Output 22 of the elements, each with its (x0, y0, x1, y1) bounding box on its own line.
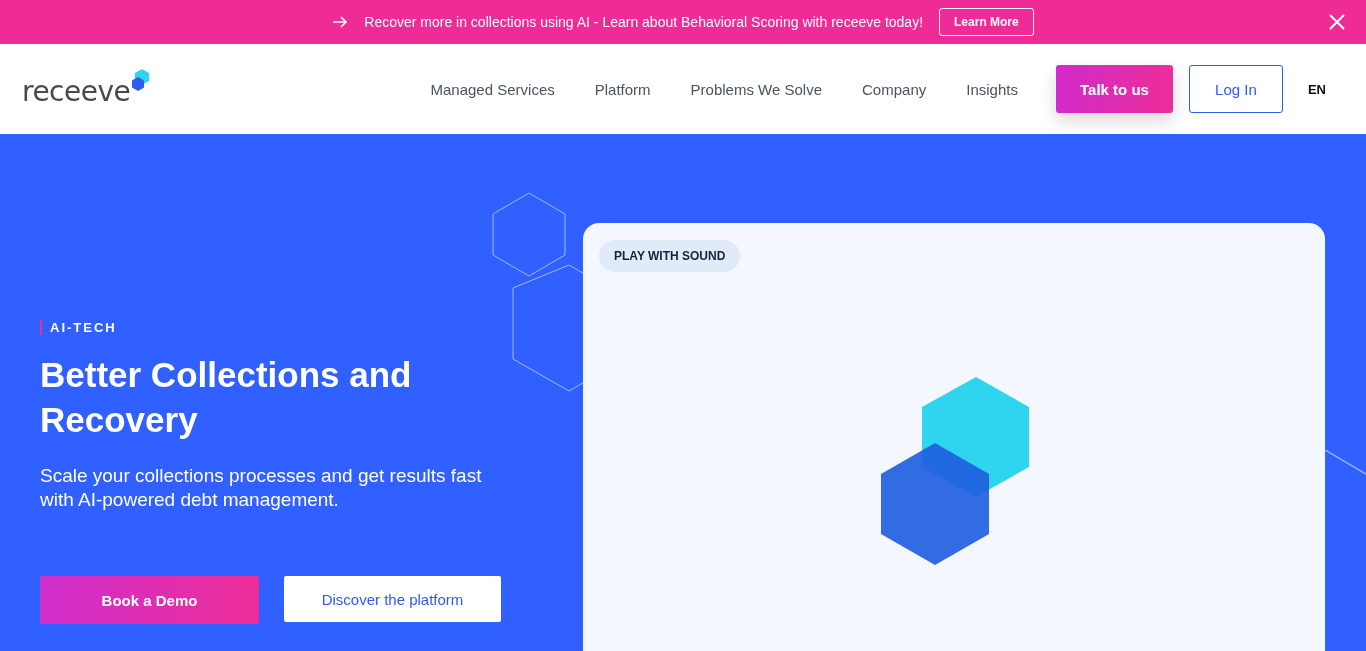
talk-to-us-button[interactable]: Talk to us (1055, 65, 1173, 113)
book-demo-button[interactable]: Book a Demo (40, 576, 259, 624)
nav-link[interactable]: Platform (594, 80, 651, 98)
nav-link[interactable]: Problems We Solve (690, 80, 823, 98)
play-with-sound-button[interactable]: PLAY WITH SOUND (599, 240, 741, 272)
hero-title: Better Collections and Recovery (40, 354, 413, 441)
arrow-right-icon (332, 16, 349, 28)
close-icon[interactable] (1329, 14, 1345, 30)
cube-logo-icon (131, 68, 152, 93)
logo-text: receeve (22, 74, 131, 108)
video-player[interactable]: PLAY WITH SOUND (583, 223, 1325, 651)
eyebrow-label: AI-TECH (40, 320, 117, 335)
logo[interactable]: receeve (22, 70, 152, 108)
nav-link[interactable]: Insights (966, 80, 1018, 98)
nav-link[interactable]: Company (862, 80, 927, 98)
discover-platform-button[interactable]: Discover the platform (284, 576, 501, 622)
nav-link[interactable]: Managed Services (430, 80, 555, 98)
learn-more-button[interactable]: Learn More (939, 8, 1034, 36)
hero-subtitle: Scale your collections processes and get results fast with AI-powered debt management. (40, 464, 483, 512)
language-selector[interactable]: EN (1307, 81, 1326, 97)
login-button[interactable]: Log In (1188, 65, 1283, 113)
announcement-text: Recover more in collections using AI - Learn about Behavioral Scoring with receeve today! (364, 14, 924, 30)
